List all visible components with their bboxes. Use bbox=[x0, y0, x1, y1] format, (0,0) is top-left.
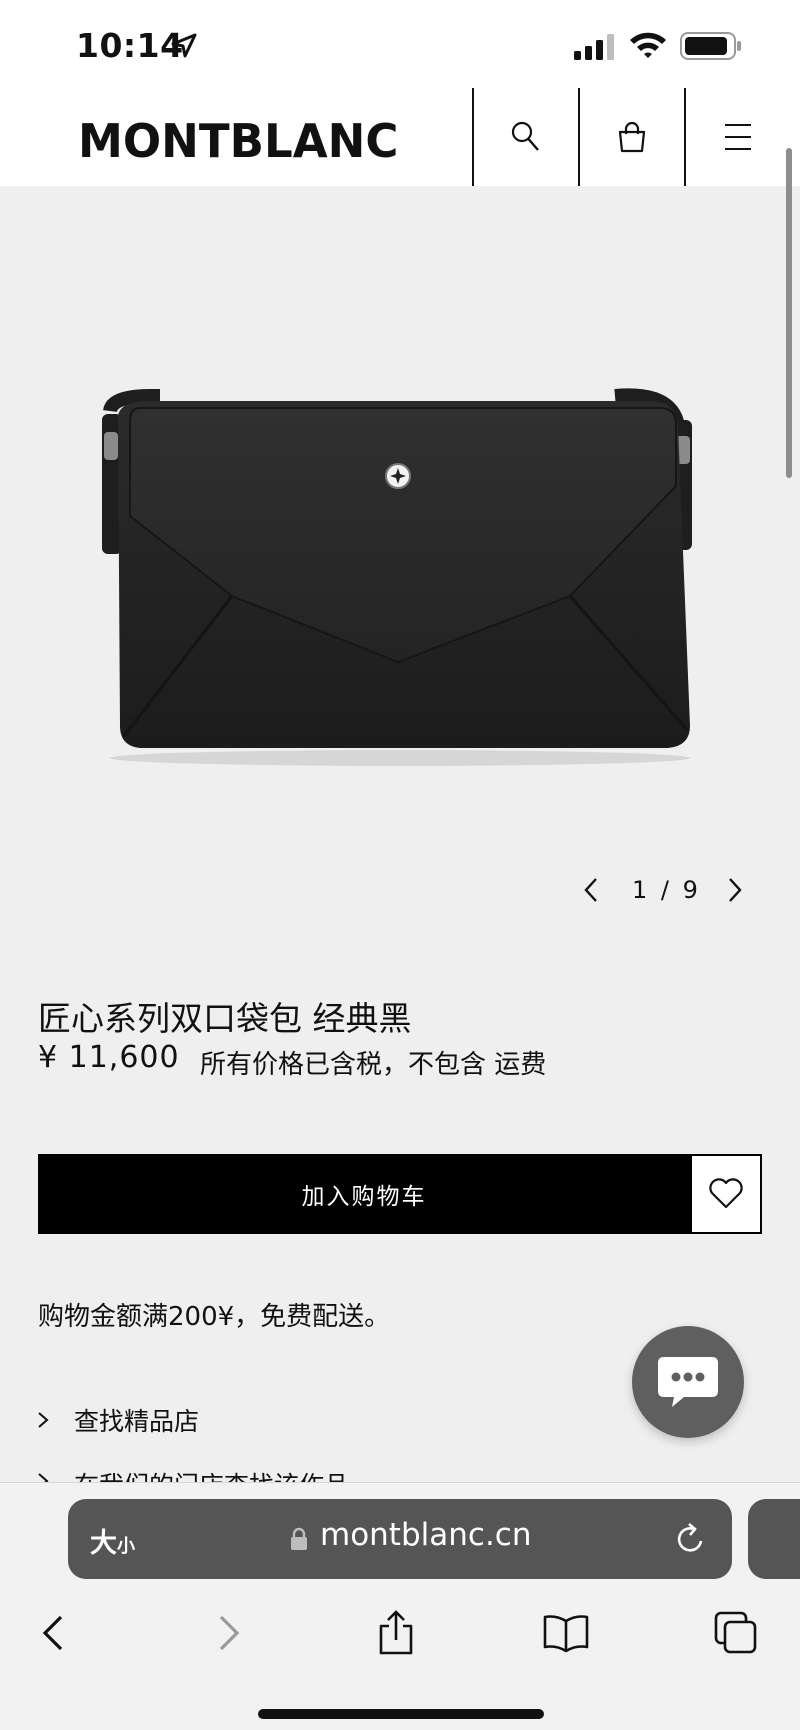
status-time: 10:14 bbox=[76, 26, 184, 65]
image-pager: 1 / 9 bbox=[570, 870, 770, 910]
reload-icon[interactable] bbox=[674, 1521, 708, 1557]
battery-icon bbox=[680, 32, 741, 60]
wishlist-button[interactable] bbox=[690, 1154, 762, 1234]
menu-button[interactable] bbox=[686, 88, 790, 186]
link-find-in-store[interactable]: 在我们的门店查找该作品 bbox=[34, 1458, 434, 1484]
address-bar[interactable]: 大小 montblanc.cn bbox=[68, 1499, 732, 1579]
add-to-cart-button[interactable]: 加入购物车 bbox=[38, 1154, 690, 1234]
cart-button[interactable] bbox=[580, 88, 684, 186]
text-size-button[interactable]: 大小 bbox=[90, 1521, 135, 1560]
signal-icon bbox=[574, 34, 614, 60]
chevron-right-icon[interactable] bbox=[722, 876, 746, 904]
pager-counter: 1 / 9 bbox=[632, 876, 701, 904]
forward-icon bbox=[219, 1615, 240, 1651]
brand-logo[interactable]: MONTBLANC bbox=[78, 114, 398, 168]
status-bar: 10:14 bbox=[0, 0, 800, 88]
share-button[interactable] bbox=[364, 1601, 428, 1665]
shopping-bag-icon bbox=[618, 121, 646, 153]
shipping-note: 购物金额满200¥，免费配送。 bbox=[38, 1302, 391, 1332]
product-image[interactable] bbox=[0, 186, 800, 826]
tabs-button[interactable] bbox=[704, 1601, 768, 1665]
url-text: montblanc.cn bbox=[320, 1517, 532, 1553]
link-find-boutique[interactable]: 查找精品店 bbox=[34, 1400, 434, 1440]
share-icon bbox=[379, 1610, 413, 1655]
heart-icon bbox=[709, 1178, 743, 1209]
search-icon bbox=[511, 121, 539, 151]
tax-note: 所有价格已含税，不包含 运费 bbox=[200, 1050, 547, 1080]
browser-toolbar: 大小 montblanc.cn bbox=[0, 1482, 800, 1730]
product-title: 匠心系列双口袋包 经典黑 bbox=[38, 999, 412, 1038]
forward-button[interactable] bbox=[196, 1601, 260, 1665]
location-arrow-icon bbox=[171, 33, 197, 58]
tabs-icon bbox=[714, 1611, 757, 1654]
chat-button[interactable] bbox=[632, 1326, 744, 1438]
wifi-icon bbox=[630, 32, 666, 58]
menu-icon bbox=[725, 124, 751, 150]
chevron-right-icon bbox=[38, 1412, 49, 1428]
chevron-left-icon[interactable] bbox=[580, 876, 604, 904]
next-tab-preview[interactable] bbox=[748, 1499, 800, 1579]
search-button[interactable] bbox=[474, 88, 578, 186]
back-icon bbox=[42, 1615, 63, 1651]
site-header: MONTBLANC bbox=[0, 88, 800, 186]
home-indicator bbox=[258, 1709, 544, 1719]
chat-icon bbox=[658, 1357, 718, 1407]
product-price: ¥ 11,600 bbox=[38, 1040, 180, 1075]
link-label: 查找精品店 bbox=[74, 1407, 200, 1436]
back-button[interactable] bbox=[22, 1601, 86, 1665]
bookmarks-icon bbox=[543, 1615, 589, 1653]
lock-icon bbox=[291, 1527, 307, 1550]
bookmarks-button[interactable] bbox=[534, 1601, 598, 1665]
